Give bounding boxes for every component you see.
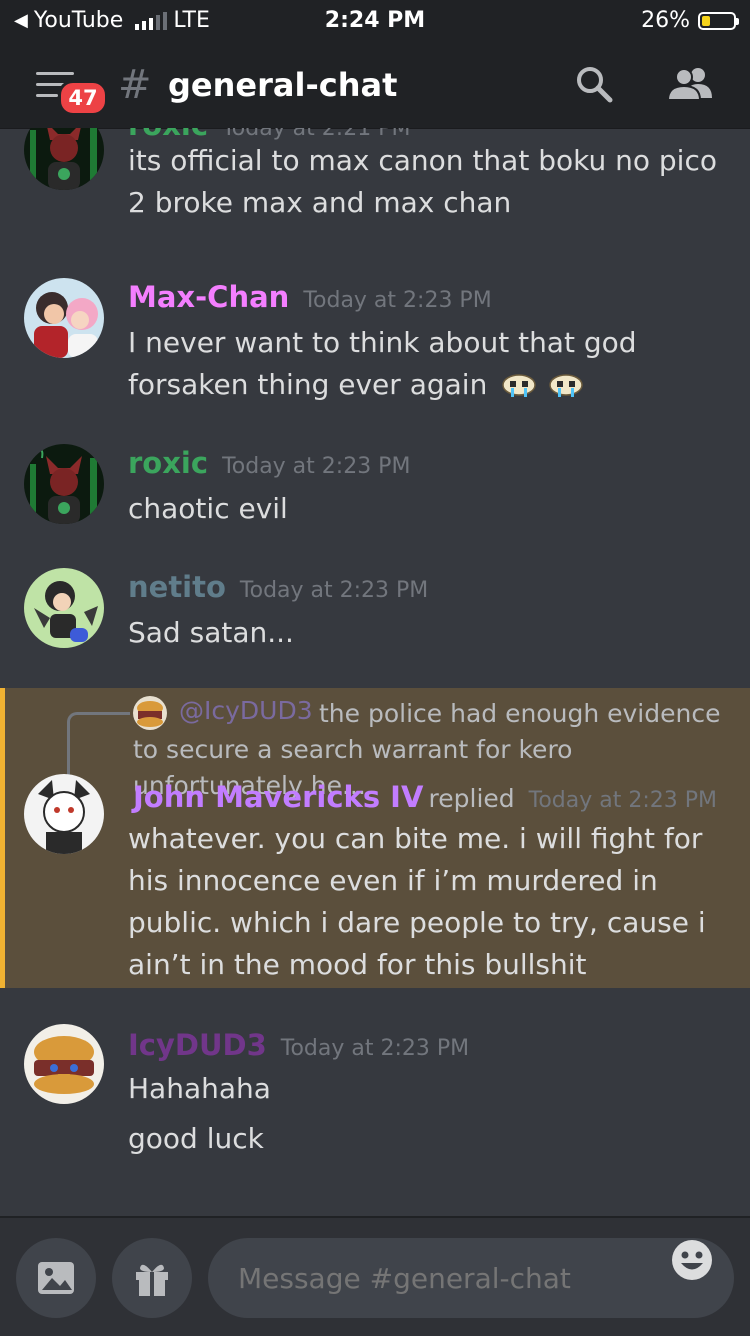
status-right: 26% — [641, 8, 739, 33]
members-icon[interactable] — [666, 64, 714, 104]
message-meta: John Mavericks IV replied Today at 2:23 P… — [133, 780, 717, 814]
message-text: good luck — [128, 1122, 264, 1155]
channel-header: 47 # general-chat — [0, 42, 750, 129]
search-icon[interactable] — [574, 64, 614, 104]
avatar-netito[interactable] — [24, 568, 104, 648]
unread-badge: 47 — [58, 80, 108, 116]
message-text: chaotic evil — [128, 492, 288, 525]
timestamp: Today at 2:23 PM — [222, 454, 411, 479]
author-name[interactable]: roxic — [128, 446, 208, 480]
author-name[interactable]: John Mavericks IV — [133, 780, 423, 814]
message-composer — [0, 1216, 750, 1336]
timestamp: Today at 2:23 PM — [239, 578, 429, 603]
message-list[interactable]: roxicToday at 2:21 PM its official to ma… — [0, 128, 750, 1216]
reply-mention[interactable]: @IcyDUD3 — [179, 696, 313, 725]
image-icon — [38, 1262, 74, 1294]
replied-label: replied — [428, 784, 515, 813]
message-meta: IcyDUD3 Today at 2:23 PM — [128, 1028, 469, 1062]
avatar-roxic[interactable] — [24, 128, 104, 190]
clock: 2:24 PM — [324, 8, 426, 33]
author-name[interactable]: IcyDUD3 — [128, 1028, 267, 1062]
battery-percent: 26% — [641, 8, 690, 33]
message-text: Sad satan... — [128, 616, 294, 649]
highlighted-reply-message: the police had enough evidence to secure… — [0, 688, 750, 988]
timestamp: Today at 2:23 PM — [280, 1036, 470, 1061]
message-text: Hahahaha — [128, 1072, 271, 1105]
battery-icon — [698, 11, 739, 30]
crying-emoji-icon[interactable] — [502, 373, 536, 399]
author-name[interactable]: Max-Chan — [128, 280, 289, 314]
image-button[interactable] — [16, 1238, 96, 1318]
message-body: I never want to think about that god for… — [128, 322, 728, 406]
message-meta: Max-Chan Today at 2:23 PM — [128, 280, 492, 314]
battery-fill — [702, 15, 710, 26]
message-text: whatever. you can bite me. i will fight … — [128, 822, 706, 981]
message-meta: roxic Today at 2:23 PM — [128, 446, 410, 480]
channel-hash-icon: # — [118, 62, 152, 108]
status-bar: ◀ YouTube LTE 2:24 PM 26% — [0, 0, 750, 42]
avatar-max-chan[interactable] — [24, 278, 104, 358]
emoji-icon[interactable] — [670, 1238, 714, 1282]
crying-emoji-icon[interactable] — [549, 373, 583, 399]
timestamp: Today at 2:23 PM — [303, 288, 492, 313]
message-text: its official to max canon that boku no p… — [128, 144, 717, 219]
channel-title[interactable]: general-chat — [168, 66, 397, 104]
reply-connector — [67, 712, 130, 775]
avatar-icydud3[interactable] — [24, 1024, 104, 1104]
gift-button[interactable] — [112, 1238, 192, 1318]
avatar-roxic[interactable] — [24, 444, 104, 524]
message-input[interactable] — [208, 1238, 734, 1318]
timestamp: Today at 2:23 PM — [528, 788, 718, 813]
message-meta: netito Today at 2:23 PM — [128, 570, 428, 604]
author-name[interactable]: netito — [128, 570, 226, 604]
gift-icon — [136, 1264, 168, 1296]
avatar-john-mavericks[interactable] — [24, 774, 104, 854]
